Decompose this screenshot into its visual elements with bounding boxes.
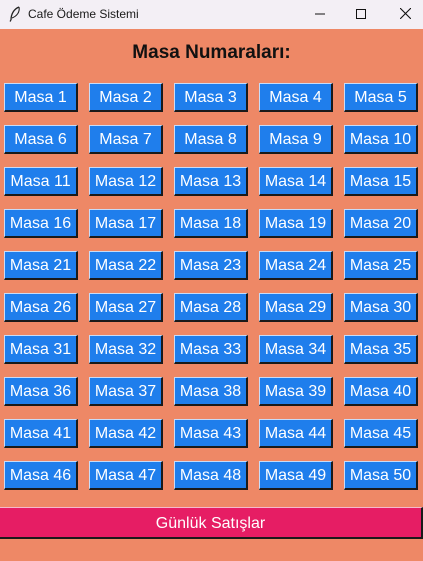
table-button[interactable]: Masa 13 xyxy=(174,167,248,196)
table-button[interactable]: Masa 16 xyxy=(4,209,78,238)
table-button[interactable]: Masa 11 xyxy=(4,167,78,196)
table-button[interactable]: Masa 26 xyxy=(4,293,78,322)
table-button[interactable]: Masa 45 xyxy=(344,419,418,448)
table-button[interactable]: Masa 18 xyxy=(174,209,248,238)
table-button[interactable]: Masa 21 xyxy=(4,251,78,280)
maximize-button[interactable] xyxy=(338,0,384,29)
table-button[interactable]: Masa 17 xyxy=(89,209,163,238)
table-button[interactable]: Masa 50 xyxy=(344,461,418,490)
table-button[interactable]: Masa 3 xyxy=(174,83,248,112)
table-button[interactable]: Masa 37 xyxy=(89,377,163,406)
table-button[interactable]: Masa 23 xyxy=(174,251,248,280)
title-bar[interactable]: Cafe Ödeme Sistemi xyxy=(0,0,423,29)
table-button[interactable]: Masa 28 xyxy=(174,293,248,322)
feather-icon xyxy=(8,6,22,22)
table-button[interactable]: Masa 30 xyxy=(344,293,418,322)
table-button[interactable]: Masa 35 xyxy=(344,335,418,364)
table-button[interactable]: Masa 40 xyxy=(344,377,418,406)
daily-sales-button[interactable]: Günlük Satışlar xyxy=(0,507,423,539)
table-button[interactable]: Masa 32 xyxy=(89,335,163,364)
table-button[interactable]: Masa 34 xyxy=(259,335,333,364)
table-button[interactable]: Masa 22 xyxy=(89,251,163,280)
table-button[interactable]: Masa 33 xyxy=(174,335,248,364)
table-button[interactable]: Masa 29 xyxy=(259,293,333,322)
table-button[interactable]: Masa 12 xyxy=(89,167,163,196)
page-title: Masa Numaraları: xyxy=(132,42,291,63)
window-title: Cafe Ödeme Sistemi xyxy=(28,7,139,21)
table-button[interactable]: Masa 14 xyxy=(259,167,333,196)
minimize-icon xyxy=(315,6,325,24)
table-button[interactable]: Masa 19 xyxy=(259,209,333,238)
table-button[interactable]: Masa 10 xyxy=(344,125,418,154)
table-button[interactable]: Masa 24 xyxy=(259,251,333,280)
table-button[interactable]: Masa 42 xyxy=(89,419,163,448)
minimize-button[interactable] xyxy=(297,0,343,29)
maximize-icon xyxy=(356,6,366,24)
table-button[interactable]: Masa 44 xyxy=(259,419,333,448)
table-button[interactable]: Masa 8 xyxy=(174,125,248,154)
table-button[interactable]: Masa 36 xyxy=(4,377,78,406)
table-button[interactable]: Masa 2 xyxy=(89,83,163,112)
table-button[interactable]: Masa 6 xyxy=(4,125,78,154)
app-window: Cafe Ödeme Sistemi Masa Numaraları: Masa… xyxy=(0,0,423,561)
table-button[interactable]: Masa 7 xyxy=(89,125,163,154)
table-button[interactable]: Masa 15 xyxy=(344,167,418,196)
table-button[interactable]: Masa 49 xyxy=(259,461,333,490)
table-button[interactable]: Masa 48 xyxy=(174,461,248,490)
table-button[interactable]: Masa 47 xyxy=(89,461,163,490)
table-button[interactable]: Masa 41 xyxy=(4,419,78,448)
close-icon xyxy=(399,6,411,24)
table-button[interactable]: Masa 39 xyxy=(259,377,333,406)
table-button[interactable]: Masa 43 xyxy=(174,419,248,448)
close-button[interactable] xyxy=(382,0,423,29)
table-button[interactable]: Masa 25 xyxy=(344,251,418,280)
table-button[interactable]: Masa 46 xyxy=(4,461,78,490)
table-button[interactable]: Masa 20 xyxy=(344,209,418,238)
table-button[interactable]: Masa 38 xyxy=(174,377,248,406)
table-button[interactable]: Masa 31 xyxy=(4,335,78,364)
table-button[interactable]: Masa 1 xyxy=(4,83,78,112)
table-button[interactable]: Masa 5 xyxy=(344,83,418,112)
table-button[interactable]: Masa 27 xyxy=(89,293,163,322)
table-button[interactable]: Masa 4 xyxy=(259,83,333,112)
table-button[interactable]: Masa 9 xyxy=(259,125,333,154)
